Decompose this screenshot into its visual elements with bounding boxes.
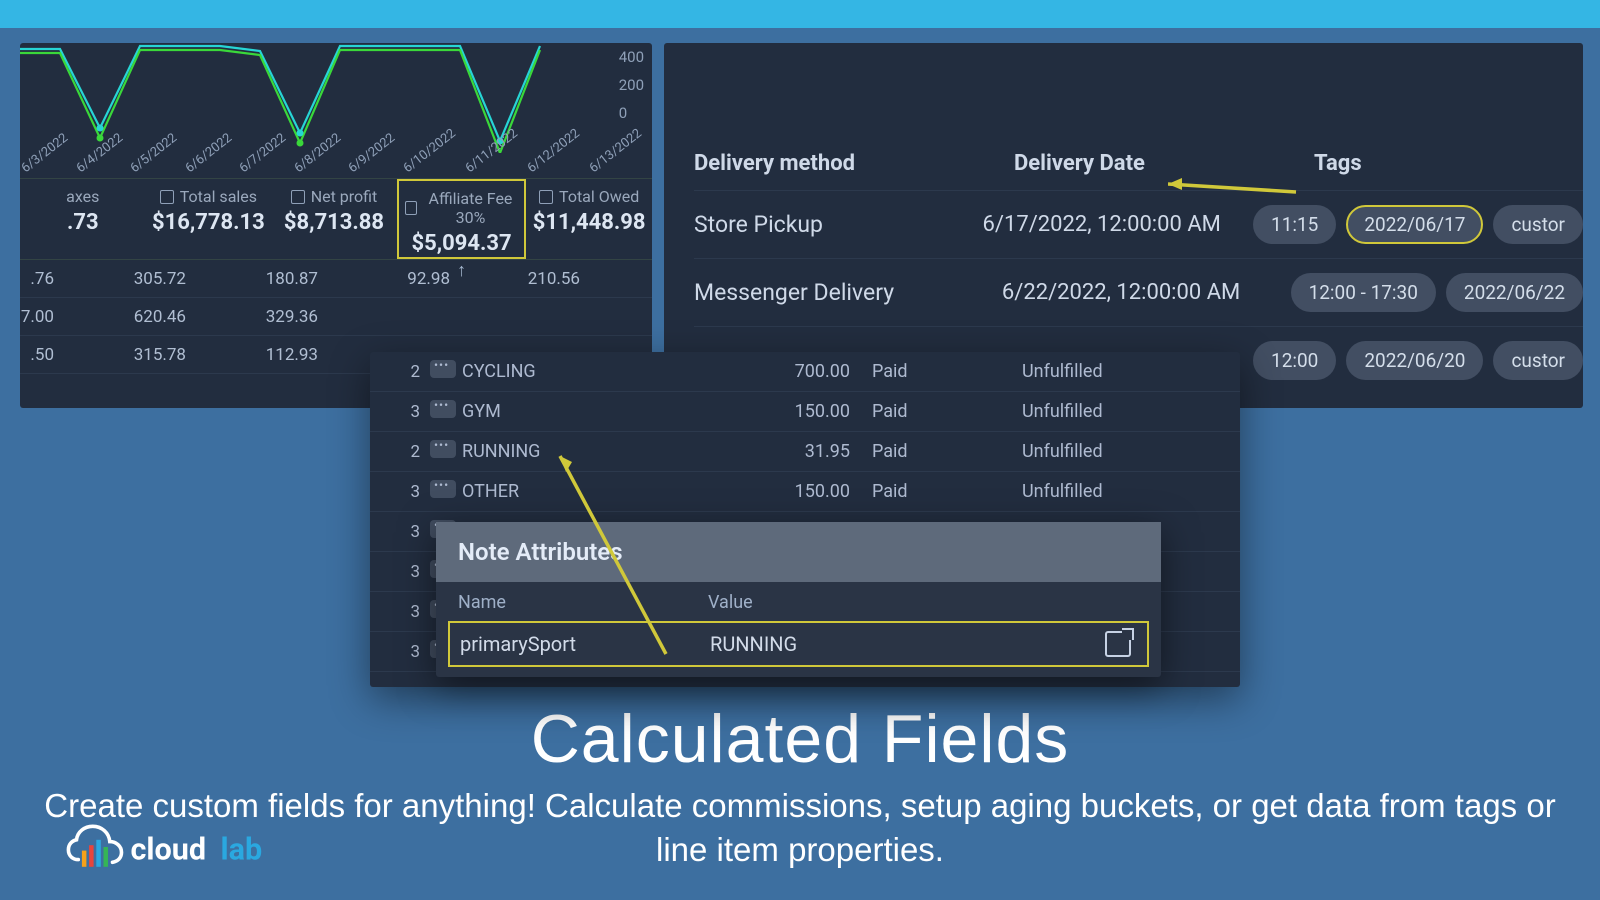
svg-text:cloud: cloud [131, 833, 207, 868]
line-chart: 400 200 0 6/3/20226/4/20226/5/20226/6/20… [20, 43, 652, 178]
open-icon[interactable] [1105, 631, 1131, 657]
tag[interactable]: 2022/06/17 [1346, 205, 1483, 244]
note-attributes-popup: Note Attributes Name Value primarySport … [436, 522, 1161, 677]
tag[interactable]: 2022/06/20 [1346, 341, 1483, 380]
metric-total-sales[interactable]: Total sales$16,778.13 [146, 179, 272, 259]
y-axis-labels: 400 200 0 [619, 43, 644, 127]
checkbox-icon[interactable] [160, 190, 174, 204]
more-icon[interactable] [430, 480, 456, 498]
checkbox-icon[interactable] [539, 190, 553, 204]
tag[interactable]: 2022/06/22 [1446, 273, 1583, 312]
delivery-row: Store Pickup6/17/2022, 12:00:00 AM11:152… [694, 190, 1583, 258]
popup-row-primarysport: primarySport RUNNING [448, 621, 1149, 667]
col-delivery-method: Delivery method [694, 151, 1014, 176]
col-delivery-date: Delivery Date [1014, 151, 1314, 176]
order-row[interactable]: 2CYCLING700.00PaidUnfulfilled [370, 352, 1240, 392]
checkbox-icon[interactable] [405, 201, 417, 215]
metric-net-profit[interactable]: Net profit$8,713.88 [271, 179, 397, 259]
popup-col-name: Name [458, 592, 708, 613]
table-row: .76305.72180.8792.98210.56 [20, 260, 652, 298]
table-row: 7.00620.46329.36 [20, 298, 652, 336]
arrow-up-icon: ↑ [405, 260, 519, 281]
x-axis-labels: 6/3/20226/4/20226/5/20226/6/20226/7/2022… [20, 161, 552, 176]
top-bar [0, 0, 1600, 28]
more-icon[interactable] [430, 360, 456, 378]
tag[interactable]: 12:00 [1253, 341, 1336, 380]
checkbox-icon[interactable] [291, 190, 305, 204]
tag[interactable]: 12:00 - 17:30 [1291, 273, 1436, 312]
order-row[interactable]: 3GYM150.00PaidUnfulfilled [370, 392, 1240, 432]
more-icon[interactable] [430, 440, 456, 458]
tag[interactable]: custor [1493, 205, 1583, 244]
tag[interactable]: custor [1493, 341, 1583, 380]
metric-affiliate-fee-30-[interactable]: Affiliate Fee 30%$5,094.37↑ [397, 179, 527, 259]
delivery-row: Messenger Delivery6/22/2022, 12:00:00 AM… [694, 258, 1583, 326]
order-row[interactable]: 2RUNNING31.95PaidUnfulfilled [370, 432, 1240, 472]
tag[interactable]: 11:15 [1253, 205, 1336, 244]
more-icon[interactable] [430, 400, 456, 418]
order-row[interactable]: 3OTHER150.00PaidUnfulfilled [370, 472, 1240, 512]
col-tags: Tags [1314, 151, 1514, 176]
svg-text:lab: lab [221, 833, 263, 868]
cloudlab-logo: cloud lab [30, 820, 330, 874]
popup-title: Note Attributes [436, 522, 1161, 582]
metric-total-owed[interactable]: Total Owed$11,448.98 [526, 179, 652, 259]
metric-axes[interactable]: axes.73 [20, 179, 146, 259]
metrics-row: axes.73Total sales$16,778.13Net profit$8… [20, 178, 652, 260]
popup-col-value: Value [708, 592, 1139, 613]
